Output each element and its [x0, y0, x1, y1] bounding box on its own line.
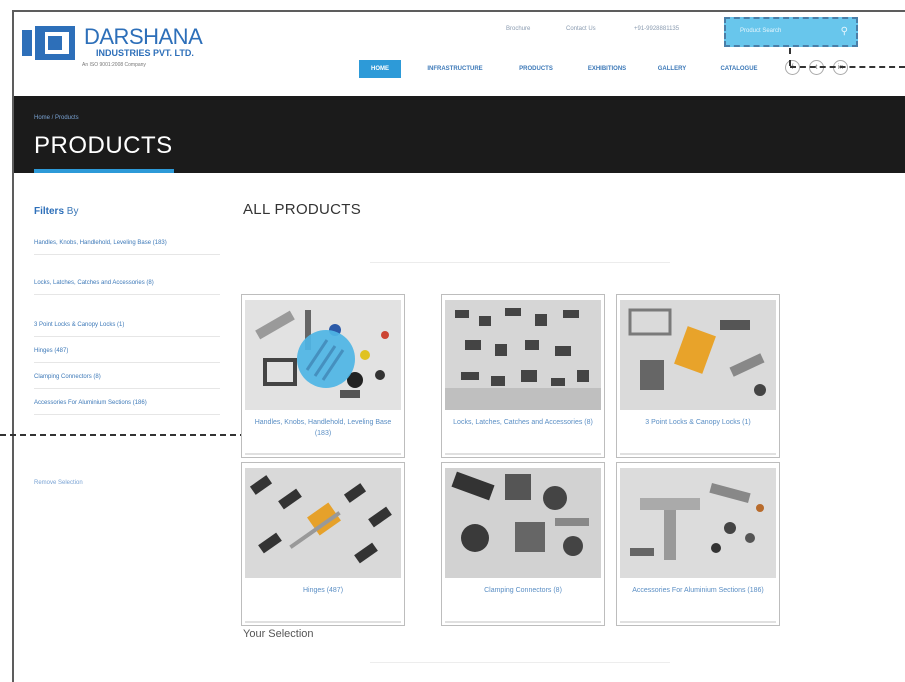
search-icon[interactable]: ⚲ — [841, 26, 848, 37]
product-label[interactable]: 3 Point Locks & Canopy Locks (1) — [621, 417, 775, 428]
nav-item-exhibitions[interactable]: EXHIBITIONS — [574, 60, 640, 78]
product-label[interactable]: Locks, Latches, Catches and Accessories … — [446, 417, 600, 428]
nav-item-products[interactable]: PRODUCTS — [508, 60, 564, 78]
product-card[interactable]: Clamping Connectors (8) — [441, 462, 605, 626]
brand-subtitle: INDUSTRIES PVT. LTD. — [96, 48, 194, 58]
section-divider — [370, 662, 670, 663]
product-image[interactable] — [445, 300, 601, 410]
nav-item-infrastructure[interactable]: INFRASTRUCTURE — [412, 60, 498, 78]
card-bottom-bar — [245, 453, 401, 455]
filters-heading-bold: Filters — [34, 206, 65, 217]
brochure-link[interactable]: Brochure — [506, 26, 530, 32]
product-card[interactable]: 3 Point Locks & Canopy Locks (1) — [616, 294, 780, 458]
all-products-heading: ALL PRODUCTS — [243, 201, 362, 218]
filter-item-clamping[interactable]: Clamping Connectors (8) — [34, 372, 220, 389]
product-image[interactable] — [620, 468, 776, 578]
card-bottom-bar — [620, 621, 776, 623]
filters-heading: Filters By — [34, 206, 78, 217]
product-image[interactable] — [620, 300, 776, 410]
contact-link[interactable]: Contact Us — [566, 26, 596, 32]
nav-item-catalogue[interactable]: CATALOGUE — [706, 60, 772, 78]
filter-item-hinges[interactable]: Hinges (487) — [34, 346, 220, 363]
phone-link[interactable]: +91-9928881135 — [634, 26, 679, 32]
search-placeholder: Product Search — [740, 28, 782, 34]
filters-heading-rest: By — [64, 206, 79, 217]
product-card[interactable]: Accessories For Aluminium Sections (186) — [616, 462, 780, 626]
remove-selection-link[interactable]: Remove Selection — [34, 480, 83, 486]
brand-tagline: An ISO 9001:2008 Company — [82, 62, 146, 68]
product-image[interactable] — [445, 468, 601, 578]
product-label[interactable]: Clamping Connectors (8) — [446, 585, 600, 596]
product-label[interactable]: Accessories For Aluminium Sections (186) — [621, 585, 775, 596]
zoom-lens-highlight — [297, 330, 355, 388]
callout-line-search-vertical — [789, 48, 791, 66]
page-hero: Home / Products PRODUCTS — [14, 96, 905, 173]
product-image[interactable] — [245, 468, 401, 578]
page-title: PRODUCTS — [34, 132, 173, 159]
filter-item-locks[interactable]: Locks, Latches, Catches and Accessories … — [34, 278, 220, 295]
card-bottom-bar — [245, 621, 401, 623]
product-label[interactable]: Handles, Knobs, Handlehold, Leveling Bas… — [246, 417, 400, 439]
search-input[interactable]: Product Search ⚲ — [724, 17, 858, 47]
filter-item-accessories[interactable]: Accessories For Aluminium Sections (186) — [34, 398, 220, 415]
filter-item-3-point-locks[interactable]: 3 Point Locks & Canopy Locks (1) — [34, 320, 220, 337]
section-divider — [370, 262, 670, 263]
nav-item-home[interactable]: HOME — [359, 60, 401, 78]
product-card[interactable]: Hinges (487) — [241, 462, 405, 626]
card-bottom-bar — [620, 453, 776, 455]
title-underline — [34, 169, 174, 173]
product-label[interactable]: Hinges (487) — [246, 585, 400, 596]
card-bottom-bar — [445, 621, 601, 623]
card-bottom-bar — [445, 453, 601, 455]
product-card[interactable]: Locks, Latches, Catches and Accessories … — [441, 294, 605, 458]
brand-name[interactable]: DARSHANA — [84, 24, 203, 50]
filter-item-handles[interactable]: Handles, Knobs, Handlehold, Leveling Bas… — [34, 238, 220, 255]
nav-item-gallery[interactable]: GALLERY — [648, 60, 696, 78]
brand-logo-icon[interactable] — [22, 26, 76, 60]
your-selection-heading: Your Selection — [243, 628, 314, 640]
breadcrumb[interactable]: Home / Products — [34, 115, 79, 121]
callout-line-search — [790, 66, 905, 68]
